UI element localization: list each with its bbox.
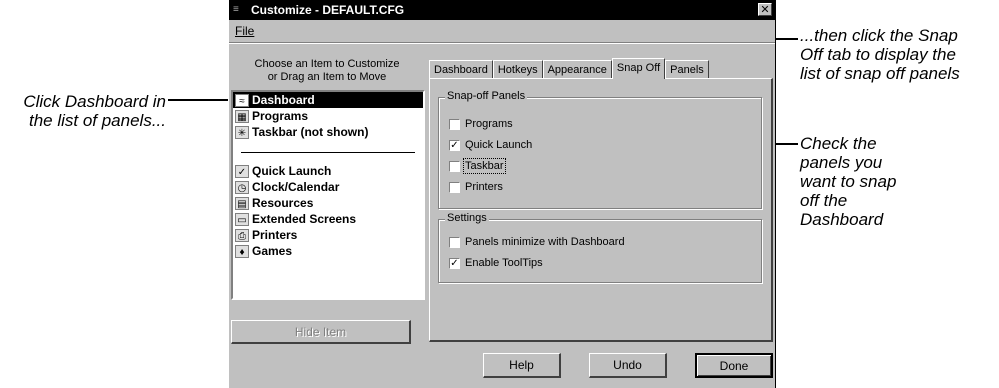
callout-left: Click Dashboard in the list of panels... (23, 92, 166, 130)
panel-list[interactable]: ≈ Dashboard ▦ Programs ✳ Taskbar (not sh… (231, 90, 425, 300)
list-item-dashboard[interactable]: ≈ Dashboard (233, 92, 423, 108)
printers-icon: ⎙ (235, 228, 249, 242)
help-button[interactable]: Help (483, 353, 561, 378)
tab-strip: Dashboard Hotkeys Appearance Snap Off Pa… (429, 58, 709, 79)
list-item-games[interactable]: ♦ Games (233, 243, 423, 259)
dashboard-icon: ≈ (235, 93, 249, 107)
list-item-programs[interactable]: ▦ Programs (233, 108, 423, 124)
done-button[interactable]: Done (695, 353, 773, 378)
list-item-label: Extended Screens (252, 212, 357, 226)
tab-panels[interactable]: Panels (665, 60, 709, 78)
list-item-label: Resources (252, 196, 314, 210)
settings-legend: Settings (445, 212, 489, 224)
list-item-extended-screens[interactable]: ▭ Extended Screens (233, 211, 423, 227)
list-item-quick-launch[interactable]: ✓ Quick Launch (233, 163, 423, 179)
list-item-taskbar[interactable]: ✳ Taskbar (not shown) (233, 124, 423, 140)
checkbox-box (449, 160, 460, 172)
undo-button[interactable]: Undo (589, 353, 667, 378)
tab-panel-snap-off: Snap-off Panels Programs ✓ Quick Launch … (429, 78, 773, 342)
checkbox-taskbar[interactable]: Taskbar (449, 158, 506, 174)
list-item-label: Games (252, 244, 293, 258)
list-item-label: Quick Launch (252, 164, 332, 178)
checkbox-box (449, 118, 460, 130)
checkbox-programs[interactable]: Programs (449, 118, 513, 130)
menu-bar: File (229, 22, 775, 40)
callout-top-right: ...then click the Snap Off tab to displa… (800, 26, 960, 83)
window-title: Customize - DEFAULT.CFG (251, 3, 405, 17)
callout-left-line (168, 99, 230, 101)
checkbox-label: Taskbar (463, 158, 506, 174)
title-bar: ≡ Customize - DEFAULT.CFG ✕ (229, 0, 775, 20)
checkbox-label: Programs (465, 118, 513, 130)
extended-screens-icon: ▭ (235, 212, 249, 226)
menu-separator (229, 42, 775, 44)
games-icon: ♦ (235, 244, 249, 258)
app-icon: ≡ (233, 4, 239, 15)
tab-appearance[interactable]: Appearance (542, 60, 612, 78)
checkbox-label: Panels minimize with Dashboard (465, 236, 625, 248)
checkbox-enable-tooltips[interactable]: ✓ Enable ToolTips (449, 257, 543, 269)
resources-icon: ▤ (235, 196, 249, 210)
list-item-label: Dashboard (252, 93, 315, 107)
settings-group: Settings Panels minimize with Dashboard … (438, 212, 762, 283)
checkbox-label: Enable ToolTips (465, 257, 543, 269)
left-heading: Choose an Item to Customize or Drag an I… (254, 58, 400, 83)
checkbox-panels-minimize[interactable]: Panels minimize with Dashboard (449, 236, 625, 248)
list-item-printers[interactable]: ⎙ Printers (233, 227, 423, 243)
clock-icon: ◷ (235, 180, 249, 194)
list-item-label: Clock/Calendar (252, 180, 340, 194)
list-item-label: Printers (252, 228, 298, 242)
list-item-label: Taskbar (not shown) (252, 125, 369, 139)
checkbox-quick-launch[interactable]: ✓ Quick Launch (449, 139, 532, 151)
checkbox-box: ✓ (449, 139, 460, 151)
callout-right: Check the panels you want to snap off th… (800, 134, 897, 229)
checkbox-box: ✓ (449, 257, 460, 269)
checkbox-box (449, 236, 460, 248)
tab-snap-off[interactable]: Snap Off (611, 58, 666, 79)
checkbox-box (449, 181, 460, 193)
list-item-clock-calendar[interactable]: ◷ Clock/Calendar (233, 179, 423, 195)
checkbox-label: Printers (465, 181, 503, 193)
checkbox-label: Quick Launch (465, 139, 533, 151)
hide-item-button[interactable]: Hide Item (231, 320, 411, 344)
tab-dashboard[interactable]: Dashboard (429, 60, 493, 78)
list-item-resources[interactable]: ▤ Resources (233, 195, 423, 211)
list-divider (241, 152, 415, 153)
programs-icon: ▦ (235, 109, 249, 123)
tab-hotkeys[interactable]: Hotkeys (492, 60, 543, 78)
snap-off-group: Snap-off Panels Programs ✓ Quick Launch … (438, 90, 762, 209)
taskbar-icon: ✳ (235, 125, 249, 139)
menu-file[interactable]: File (229, 22, 260, 40)
quick-launch-icon: ✓ (235, 164, 249, 178)
snap-off-legend: Snap-off Panels (445, 90, 528, 102)
list-item-label: Programs (252, 109, 309, 123)
customize-window: ≡ Customize - DEFAULT.CFG ✕ File Choose … (228, 0, 776, 388)
checkbox-printers[interactable]: Printers (449, 181, 503, 193)
close-button[interactable]: ✕ (758, 3, 772, 16)
